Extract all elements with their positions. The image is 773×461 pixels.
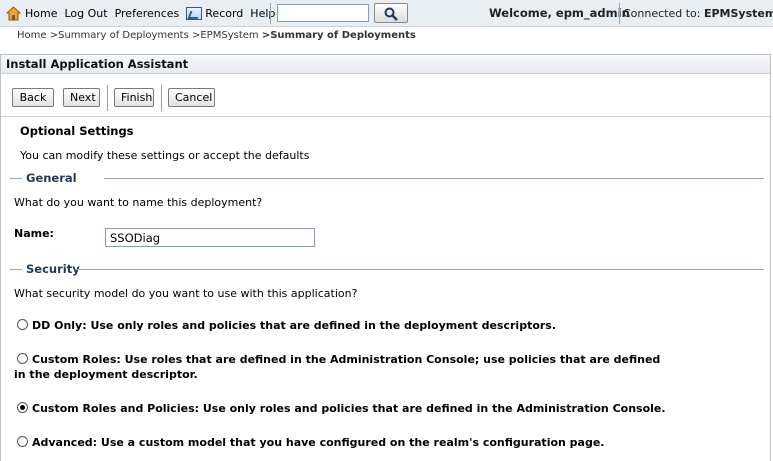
welcome-text: Welcome, epm_admin	[489, 6, 630, 20]
connected-text: Connected to: EPMSystem	[623, 0, 773, 27]
fieldset-line	[10, 178, 22, 179]
button-separator	[161, 85, 162, 111]
deployment-name-question: What do you want to name this deployment…	[14, 196, 263, 209]
search-icon	[375, 7, 407, 21]
breadcrumb-home[interactable]: Home	[17, 30, 47, 41]
button-separator	[107, 85, 108, 111]
panel-title: Install Application Assistant	[1, 55, 770, 74]
security-option-custom-roles-policies-radio[interactable]	[17, 402, 28, 413]
global-nav: Home Log Out Preferences Record Help	[5, 0, 282, 27]
security-option-advanced-label: Advanced: Use a custom model that you ha…	[32, 436, 605, 449]
fieldset-line	[77, 269, 764, 270]
breadcrumb: Home >Summary of Deployments >EPMSystem …	[17, 30, 416, 43]
security-option-custom-roles-label: Custom Roles: Use roles that are defined…	[32, 353, 661, 366]
install-assistant-panel: Install Application Assistant Back Next …	[0, 54, 771, 461]
home-icon[interactable]	[5, 6, 22, 21]
next-button[interactable]: Next	[63, 88, 100, 107]
security-legend: Security	[26, 262, 80, 276]
top-bar: Home Log Out Preferences Record Help Wel…	[0, 0, 773, 27]
name-label: Name:	[14, 227, 54, 240]
toolbar-divider	[1, 116, 770, 117]
breadcrumb-summary[interactable]: >Summary of Deployments	[50, 30, 189, 41]
security-fieldset: Security	[10, 262, 764, 276]
breadcrumb-current: >Summary of Deployments	[261, 30, 416, 41]
security-option-custom-roles-policies-label: Custom Roles and Policies: Use only role…	[32, 402, 666, 415]
record-icon[interactable]	[186, 7, 203, 20]
security-option-custom-roles-radio[interactable]	[17, 353, 28, 364]
nav-logout-link[interactable]: Log Out	[64, 7, 107, 20]
breadcrumb-epmsystem[interactable]: >EPMSystem	[192, 30, 259, 41]
connected-label: Connected to:	[623, 7, 704, 20]
fieldset-line	[104, 178, 764, 179]
general-legend: General	[26, 171, 77, 185]
nav-help-link[interactable]: Help	[250, 7, 275, 20]
search-input[interactable]	[277, 4, 369, 22]
fieldset-line	[10, 269, 22, 270]
divider	[270, 3, 271, 24]
nav-record-link[interactable]: Record	[205, 7, 243, 20]
search-button[interactable]	[374, 3, 408, 23]
back-button[interactable]: Back	[12, 88, 54, 107]
connected-domain: EPMSystem	[703, 7, 773, 20]
section-heading: Optional Settings	[20, 124, 134, 138]
general-fieldset: General	[10, 171, 764, 185]
security-option-custom-roles-label-cont: in the deployment descriptor.	[14, 368, 198, 381]
nav-preferences-link[interactable]: Preferences	[115, 7, 180, 20]
finish-button[interactable]: Finish	[114, 88, 154, 107]
security-option-advanced-radio[interactable]	[17, 436, 28, 447]
nav-home-link[interactable]: Home	[25, 7, 57, 20]
divider	[619, 3, 620, 24]
cancel-button[interactable]: Cancel	[168, 88, 215, 107]
deployment-name-input[interactable]	[105, 228, 315, 247]
security-option-dd-only-radio[interactable]	[17, 319, 28, 330]
intro-text: You can modify these settings or accept …	[20, 149, 310, 162]
security-model-question: What security model do you want to use w…	[14, 287, 358, 300]
security-option-dd-only-label: DD Only: Use only roles and policies tha…	[32, 319, 557, 332]
